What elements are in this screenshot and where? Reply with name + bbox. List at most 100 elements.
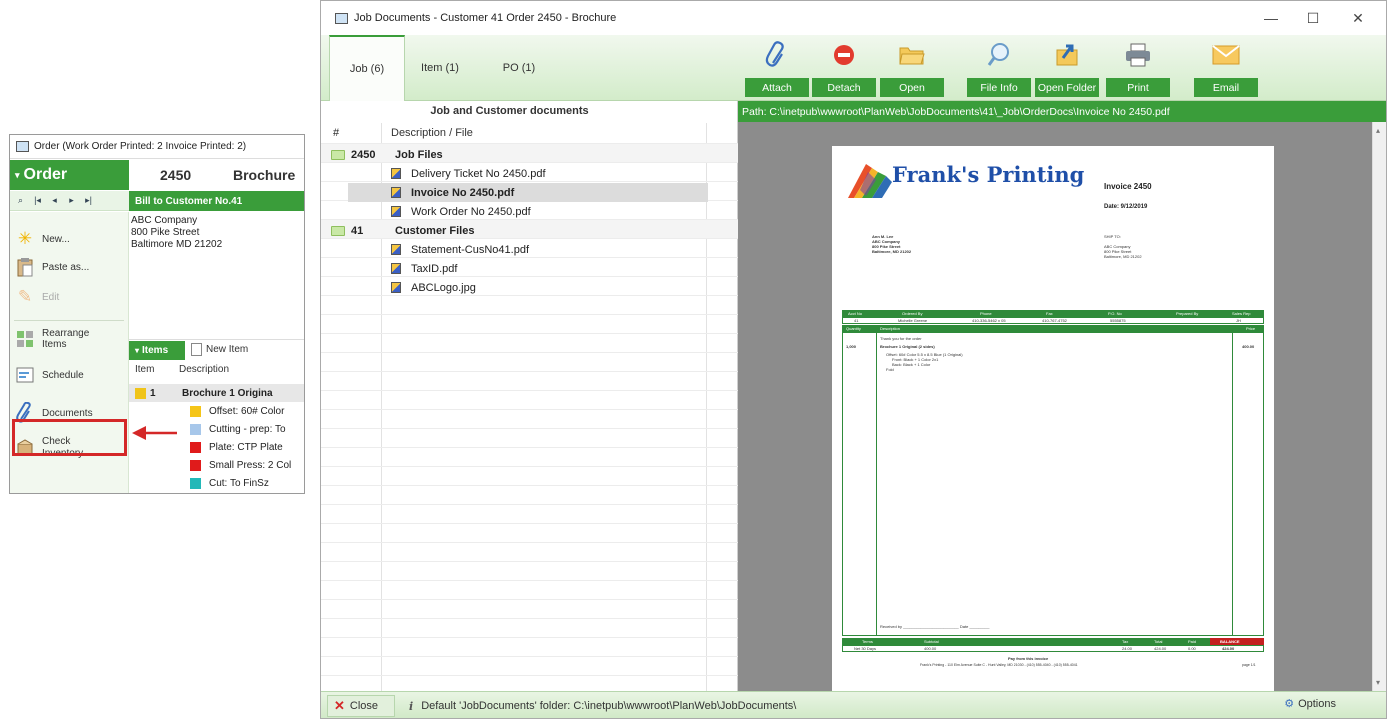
close-window-button[interactable]: ✕ xyxy=(1349,9,1367,27)
pdf-file-icon xyxy=(391,187,401,198)
default-folder-text: Default 'JobDocuments' folder: C:\inetpu… xyxy=(421,700,797,712)
tree-group-job[interactable]: 2450 Job Files xyxy=(331,145,701,164)
items-tab[interactable]: ▾ Items xyxy=(129,341,185,360)
pencil-icon: ✎ xyxy=(17,287,33,306)
item-row[interactable]: Plate: CTP Plate xyxy=(129,438,304,456)
totals-th: Subtotal xyxy=(924,639,939,644)
item-row[interactable]: Small Press: 2 Col xyxy=(129,456,304,474)
tab-po[interactable]: PO (1) xyxy=(493,35,545,101)
td: 5555875 xyxy=(1110,318,1126,323)
print-button[interactable]: Print xyxy=(1106,41,1170,97)
paste-as-button[interactable]: Paste as... xyxy=(14,256,89,278)
prev-record-icon[interactable]: ◂ xyxy=(48,194,61,208)
vertical-scrollbar[interactable]: ▴ ▾ xyxy=(1372,122,1386,691)
open-folder-label: Open Folder xyxy=(1035,78,1099,97)
minimize-button[interactable]: — xyxy=(1262,9,1280,27)
tree-file[interactable]: Work Order No 2450.pdf xyxy=(331,202,701,221)
search-icon[interactable]: ⌕ xyxy=(14,194,27,208)
options-button[interactable]: ⚙ Options xyxy=(1284,697,1336,711)
options-label: Options xyxy=(1298,697,1336,710)
tree-file[interactable]: Delivery Ticket No 2450.pdf xyxy=(331,164,701,183)
td: Michelle Greene xyxy=(898,318,928,323)
totals-th: Tax xyxy=(1122,639,1129,644)
documents-highlight-box xyxy=(12,419,127,456)
th: Ordered By xyxy=(902,311,923,316)
dropdown-caret-icon: ▾ xyxy=(135,346,140,355)
invoice-page: Frank's Printing Invoice 2450 Date: 9/12… xyxy=(832,146,1274,691)
window-icon xyxy=(16,141,29,152)
file-info-button[interactable]: File Info xyxy=(967,41,1031,97)
pay-note: Pay from this invoice xyxy=(1008,656,1049,661)
pdf-file-icon xyxy=(391,263,401,274)
qty-header: Quantity xyxy=(846,326,861,331)
printer-icon xyxy=(1124,41,1152,69)
first-record-icon[interactable]: |◂ xyxy=(31,194,44,208)
rearrange-items-button[interactable]: Rearrange Items xyxy=(14,328,94,350)
file-name: ABCLogo.jpg xyxy=(411,281,476,294)
tree-group-customer[interactable]: 41 Customer Files xyxy=(331,221,701,240)
pdf-viewer[interactable]: Frank's Printing Invoice 2450 Date: 9/12… xyxy=(738,122,1372,691)
detach-label: Detach xyxy=(812,78,876,97)
open-folder-button[interactable]: Open Folder xyxy=(1035,41,1099,97)
last-record-icon[interactable]: ▸| xyxy=(82,194,95,208)
scroll-down-icon[interactable]: ▾ xyxy=(1376,678,1380,687)
item-description: Cut: To FinSz xyxy=(209,477,269,489)
open-button[interactable]: Open xyxy=(880,41,944,97)
remove-icon xyxy=(830,41,858,69)
desc-header: Description xyxy=(880,326,901,331)
file-name: Statement-CusNo41.pdf xyxy=(411,243,530,256)
item-row[interactable]: Cut: To FinSz xyxy=(129,474,304,492)
schedule-icon xyxy=(14,364,36,386)
close-button[interactable]: ✕ Close xyxy=(327,695,395,717)
order-tab[interactable]: ▾ Order xyxy=(10,160,129,190)
tree-file[interactable]: TaxID.pdf xyxy=(331,259,701,278)
email-button[interactable]: Email xyxy=(1194,41,1258,97)
totals-header-bar xyxy=(842,638,1264,645)
tree-title: Job and Customer documents xyxy=(430,105,589,117)
job-documents-window: Job Documents - Customer 41 Order 2450 -… xyxy=(320,0,1387,719)
rearrange-icon xyxy=(14,328,36,350)
new-item-button[interactable]: New Item xyxy=(191,343,248,356)
schedule-button[interactable]: Schedule xyxy=(14,364,84,386)
new-button-label: New... xyxy=(42,233,70,245)
customer-address: ABC Company 800 Pike Street Baltimore MD… xyxy=(131,215,222,251)
items-col-description: Description xyxy=(179,364,230,375)
order-header: ▾ Order 2450 Brochure xyxy=(10,160,304,190)
item-row[interactable]: Offset: 60# Color xyxy=(129,402,304,420)
totals-td: Net 30 Days xyxy=(854,646,877,651)
attach-button[interactable]: Attach xyxy=(745,41,809,97)
maximize-button[interactable]: ☐ xyxy=(1304,9,1322,27)
tree-file[interactable]: Statement-CusNo41.pdf xyxy=(331,240,701,259)
tree-file-selected[interactable]: Invoice No 2450.pdf xyxy=(348,183,708,202)
totals-td: 0.00 xyxy=(1188,646,1196,651)
detach-button[interactable]: Detach xyxy=(812,41,876,97)
edit-button[interactable]: ✎ Edit xyxy=(14,286,59,308)
schedule-button-label: Schedule xyxy=(42,369,84,381)
tab-job[interactable]: Job (6) xyxy=(329,35,405,101)
page-label: page 1/1 xyxy=(1242,663,1256,667)
thanks-note: Thank you for the order xyxy=(880,336,922,341)
tree-file[interactable]: ABCLogo.jpg xyxy=(331,278,701,297)
items-header-bar xyxy=(842,325,1264,332)
item-description: Small Press: 2 Col xyxy=(209,459,292,471)
invoice-title: Invoice 2450 xyxy=(1104,182,1152,191)
print-label: Print xyxy=(1106,78,1170,97)
group-id: 41 xyxy=(351,224,364,237)
new-button[interactable]: ✳ New... xyxy=(14,228,70,250)
address-line: Baltimore MD 21202 xyxy=(131,239,223,250)
items-tab-label: Items xyxy=(142,345,169,356)
price-header: Price xyxy=(1246,326,1256,331)
bill-to-bar[interactable]: Bill to Customer No.41 xyxy=(129,191,304,211)
rearrange-items-label: Rearrange Items xyxy=(42,328,90,350)
document-tree-pane: Job and Customer documents # Description… xyxy=(321,101,738,691)
line-qty: 1,000 xyxy=(846,344,857,349)
next-record-icon[interactable]: ▸ xyxy=(65,194,78,208)
folder-arrow-icon xyxy=(1053,41,1081,69)
jpg-file-icon xyxy=(391,282,401,293)
company-logo xyxy=(848,164,892,198)
scroll-up-icon[interactable]: ▴ xyxy=(1376,126,1380,135)
item-row[interactable]: 1 Brochure 1 Origina xyxy=(129,384,304,402)
file-path-bar: Path: C:\inetpub\wwwroot\PlanWeb\JobDocu… xyxy=(738,101,1386,122)
new-document-icon xyxy=(191,343,202,356)
tab-item[interactable]: Item (1) xyxy=(417,35,463,101)
